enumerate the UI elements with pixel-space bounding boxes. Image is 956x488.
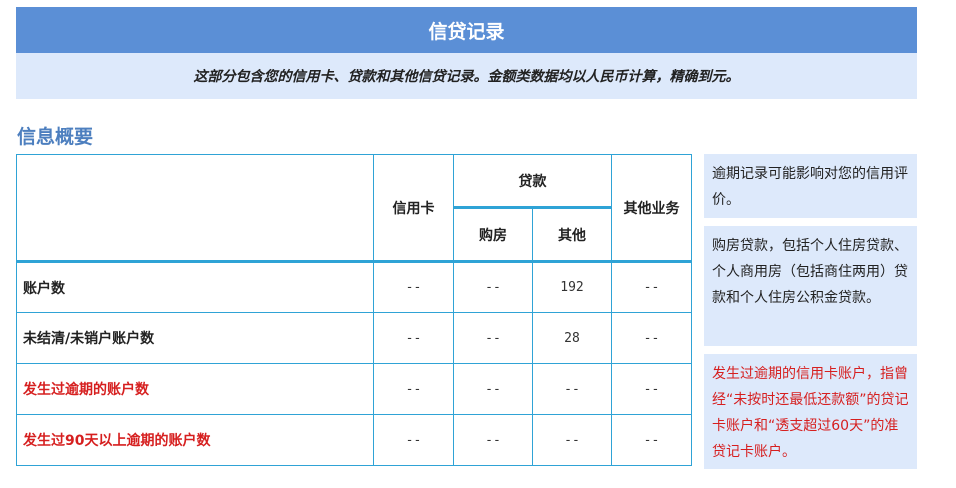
note-overdue-card: 发生过逾期的信用卡账户，指曾经“未按时还最低还款额”的贷记卡账户和“透支超过60…	[704, 354, 917, 469]
table-row: 未结清/未销户账户数 -- -- 28 --	[16, 312, 692, 364]
header-loan-other: 其他	[532, 207, 612, 263]
header-credit-card: 信用卡	[373, 154, 454, 263]
page-header: 信贷记录	[16, 7, 917, 53]
other-business-value: --	[611, 261, 692, 313]
row-label: 发生过90天以上逾期的账户数	[16, 414, 374, 466]
table-row: 账户数 -- -- 192 --	[16, 261, 692, 313]
note-overdue-impact: 逾期记录可能影响对您的信用评价。	[704, 154, 917, 218]
housing-loan-value: --	[453, 312, 533, 364]
other-business-value: --	[611, 414, 692, 466]
housing-loan-value: --	[453, 261, 533, 313]
row-label: 发生过逾期的账户数	[16, 363, 374, 415]
table-row: 发生过90天以上逾期的账户数 -- -- -- --	[16, 414, 692, 466]
other-loan-value: 192	[532, 261, 612, 313]
header-blank-cell	[16, 154, 374, 263]
page-description-bar: 这部分包含您的信用卡、贷款和其他信贷记录。金额类数据均以人民币计算，精确到元。	[16, 53, 917, 99]
table-row: 发生过逾期的账户数 -- -- -- --	[16, 363, 692, 415]
other-loan-value: --	[532, 414, 612, 466]
other-loan-value: 28	[532, 312, 612, 364]
header-loan: 贷款	[453, 154, 612, 209]
credit-card-value: --	[373, 414, 454, 466]
row-label: 未结清/未销户账户数	[16, 312, 374, 364]
other-loan-value: --	[532, 363, 612, 415]
summary-table: 信用卡 贷款 其他业务 购房 其他 账户数 -- -- 192 -- 未结清/未…	[16, 154, 692, 466]
header-other-business: 其他业务	[611, 154, 692, 263]
page-description: 这部分包含您的信用卡、贷款和其他信贷记录。金额类数据均以人民币计算，精确到元。	[193, 69, 740, 85]
section-title: 信息概要	[17, 126, 94, 148]
note-housing-loan: 购房贷款，包括个人住房贷款、个人商用房（包括商住两用）贷款和个人住房公积金贷款。	[704, 226, 917, 346]
housing-loan-value: --	[453, 414, 533, 466]
other-business-value: --	[611, 312, 692, 364]
notes-panel: 逾期记录可能影响对您的信用评价。 购房贷款，包括个人住房贷款、个人商用房（包括商…	[704, 154, 917, 477]
credit-card-value: --	[373, 363, 454, 415]
header-loan-housing: 购房	[453, 207, 533, 263]
other-business-value: --	[611, 363, 692, 415]
page-title: 信贷记录	[428, 20, 505, 43]
housing-loan-value: --	[453, 363, 533, 415]
credit-card-value: --	[373, 261, 454, 313]
credit-card-value: --	[373, 312, 454, 364]
row-label: 账户数	[16, 261, 374, 313]
table-header-row: 信用卡 贷款 其他业务	[16, 154, 692, 263]
